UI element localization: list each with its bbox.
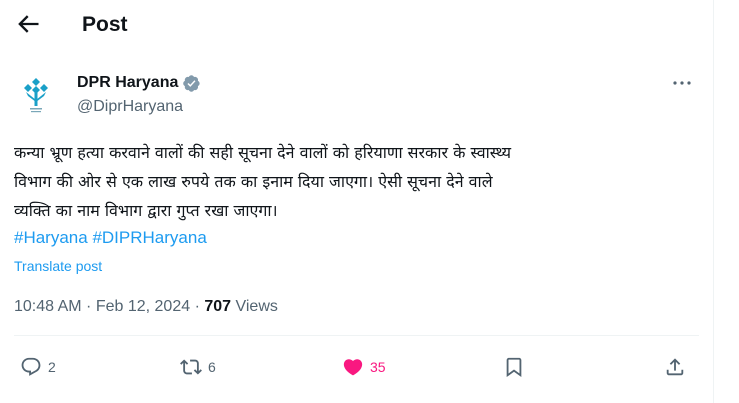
views-count: 707 [204,298,232,315]
page-title: Post [82,13,128,36]
share-icon [666,358,684,376]
post-text: कन्या भ्रूण हत्या करवाने वालों की सही सू… [14,138,704,225]
back-arrow-icon[interactable] [14,10,42,38]
author-name-row: DPR Haryana [77,73,201,93]
author-handle[interactable]: @DiprHaryana [77,97,183,117]
views-label: Views [231,298,278,315]
more-options-icon[interactable] [670,71,694,95]
divider [14,335,699,336]
hashtag-link[interactable]: #Haryana [14,228,88,247]
author-name[interactable]: DPR Haryana [77,73,178,93]
meta-separator: · [81,298,96,315]
post-text-line: कन्या भ्रूण हत्या करवाने वालों की सही सू… [14,143,512,162]
bookmark-icon [506,357,522,378]
post-time[interactable]: 10:48 AM [14,298,82,315]
post-text-line: व्यक्ति का नाम विभाग द्वारा गुप्त रखा जा… [14,201,278,220]
verified-badge-icon [183,74,200,92]
like-count: 35 [370,359,386,375]
column-border [713,0,714,403]
repost-count: 6 [208,359,216,375]
reply-button[interactable]: 2 [20,350,56,384]
reply-icon [21,357,41,376]
avatar[interactable] [14,72,58,116]
dpr-logo-icon [24,78,48,113]
hashtags: #Haryana #DIPRHaryana [14,226,207,250]
meta-separator: · [190,298,205,315]
translate-post-link[interactable]: Translate post [14,257,102,275]
bookmark-button[interactable] [503,350,525,384]
post-meta: 10:48 AM · Feb 12, 2024 · 707 Views [14,297,278,317]
share-button[interactable] [664,350,686,384]
heart-filled-icon [343,359,363,376]
post-text-line: विभाग की ओर से एक लाख रुपये तक का इनाम द… [14,172,493,191]
hashtag-link[interactable]: #DIPRHaryana [92,228,206,247]
action-bar: 2 6 35 [0,350,713,384]
top-header: Post [0,0,713,50]
like-button[interactable]: 35 [342,350,386,384]
post-date[interactable]: Feb 12, 2024 [96,298,190,315]
reply-count: 2 [48,359,56,375]
repost-button[interactable]: 6 [180,350,216,384]
repost-icon [180,359,202,375]
